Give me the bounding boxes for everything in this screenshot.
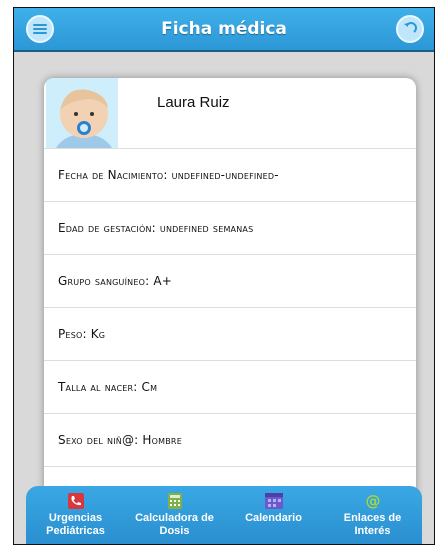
- field-weight: Peso: Kg: [44, 308, 416, 361]
- medical-card: Laura Ruiz Fecha de Nacimiento: undefine…: [44, 78, 416, 508]
- back-arrow-icon: [404, 22, 417, 33]
- patient-name: Laura Ruiz: [157, 94, 230, 111]
- profile-header: Laura Ruiz: [44, 78, 416, 149]
- phone-icon: [67, 493, 84, 509]
- field-birth-date: Fecha de Nacimiento: undefined-undefined…: [44, 149, 416, 202]
- field-sex: Sexo del niñ@: Hombre: [44, 414, 416, 467]
- calculator-icon: [167, 493, 182, 509]
- field-blood-type: Grupo sanguíneo: A+: [44, 255, 416, 308]
- bottom-tab-bar: Urgencias Pediátricas Calculadora de Dos…: [26, 486, 422, 544]
- tab-enlaces-label: Enlaces de Interés: [343, 512, 402, 537]
- tab-urgencias[interactable]: Urgencias Pediátricas: [28, 486, 124, 544]
- tab-enlaces[interactable]: @ Enlaces de Interés: [325, 486, 421, 544]
- tab-calculadora-label: Calculadora de Dosis: [135, 512, 214, 537]
- tab-urgencias-label: Urgencias Pediátricas: [46, 512, 105, 537]
- tab-calculadora[interactable]: Calculadora de Dosis: [127, 486, 223, 544]
- app-screen: Ficha médica Laura Ruiz Fecha de Nacimie…: [14, 8, 434, 544]
- field-birth-height: Talla al nacer: Cm: [44, 361, 416, 414]
- header-bar: Ficha médica: [14, 8, 434, 52]
- calendar-icon: [264, 493, 283, 509]
- tab-calendario-label: Calendario: [245, 512, 302, 524]
- field-gestation-age: Edad de gestación: undefined semanas: [44, 202, 416, 255]
- at-icon: @: [365, 493, 380, 509]
- page-title: Ficha médica: [161, 19, 287, 39]
- back-button[interactable]: [396, 15, 424, 43]
- tab-calendario[interactable]: Calendario: [226, 486, 322, 544]
- svg-text:@: @: [365, 493, 380, 509]
- baby-avatar: [46, 78, 118, 148]
